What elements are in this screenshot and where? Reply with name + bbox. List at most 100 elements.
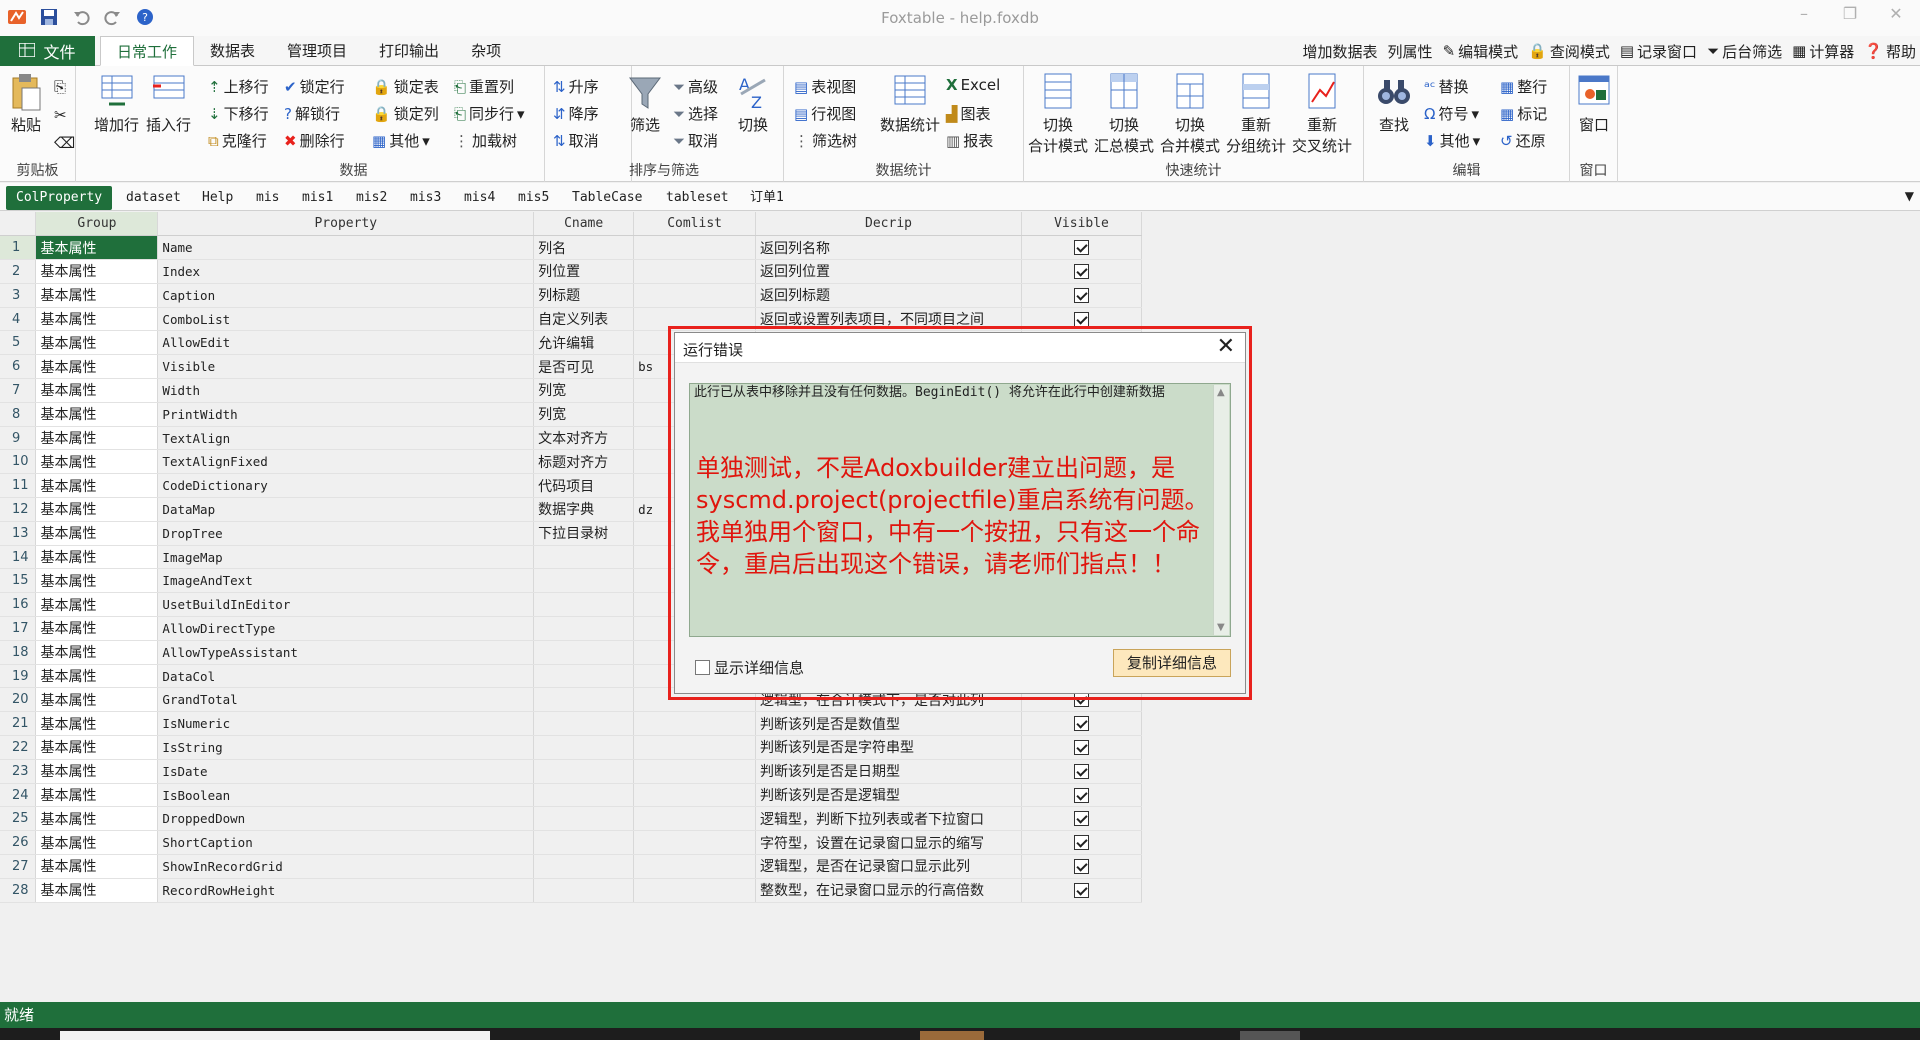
row-number-cell[interactable]: 23 bbox=[0, 759, 37, 784]
group-cell[interactable]: 基本属性 bbox=[35, 806, 159, 832]
cancel-filter-button[interactable]: ⏷ 取消 bbox=[673, 130, 718, 151]
group-cell[interactable]: 基本属性 bbox=[35, 283, 159, 308]
group-cell[interactable]: 基本属性 bbox=[35, 687, 159, 713]
property-cell[interactable]: TextAlign bbox=[157, 426, 535, 451]
group-cell[interactable]: 基本属性 bbox=[35, 473, 159, 499]
cname-cell[interactable] bbox=[533, 806, 635, 832]
add-row-button[interactable]: 增加行 bbox=[94, 72, 139, 135]
column-header[interactable]: Property bbox=[157, 212, 535, 237]
visible-checkbox[interactable] bbox=[1074, 763, 1089, 779]
group-cell[interactable]: 基本属性 bbox=[35, 568, 159, 594]
group-cell[interactable]: 基本属性 bbox=[35, 759, 159, 784]
row-number-cell[interactable]: 9 bbox=[0, 426, 37, 451]
visible-cell[interactable] bbox=[1021, 806, 1142, 832]
description-cell[interactable]: 逻辑型，是否在记录窗口显示此列 bbox=[755, 854, 1022, 879]
format-painter-icon[interactable]: ⌫ bbox=[54, 134, 75, 152]
property-cell[interactable]: DataMap bbox=[157, 497, 535, 522]
symbol-button[interactable]: Ω 符号 ▾ bbox=[1424, 103, 1479, 124]
table-row[interactable]: 23 基本属性 IsDate 判断该列是否是日期型 bbox=[0, 759, 1142, 784]
visible-cell[interactable] bbox=[1021, 783, 1142, 808]
group-cell[interactable]: 基本属性 bbox=[35, 711, 159, 737]
row-number-cell[interactable]: 19 bbox=[0, 664, 37, 689]
background-filter-button[interactable]: ⏷ 后台筛选 bbox=[1707, 41, 1782, 62]
group-cell[interactable]: 基本属性 bbox=[35, 783, 159, 808]
group-cell[interactable]: 基本属性 bbox=[35, 259, 159, 284]
tab-misc[interactable]: 杂项 bbox=[455, 36, 517, 66]
table-row[interactable]: 24 基本属性 IsBoolean 判断该列是否是逻辑型 bbox=[0, 783, 1142, 808]
comlist-cell[interactable] bbox=[633, 878, 757, 903]
visible-checkbox[interactable] bbox=[1074, 858, 1089, 874]
group-cell[interactable]: 基本属性 bbox=[35, 449, 159, 475]
switch-summary-mode-button[interactable]: 切换 汇总模式 bbox=[1094, 72, 1154, 156]
cname-cell[interactable]: 是否可见 bbox=[533, 354, 635, 380]
scroll-up-icon[interactable]: ▲ bbox=[1217, 387, 1225, 398]
visible-checkbox[interactable] bbox=[1074, 263, 1089, 279]
group-cell[interactable]: 基本属性 bbox=[35, 664, 159, 689]
property-cell[interactable]: ShowInRecordGrid bbox=[157, 854, 535, 879]
help-button[interactable]: ❓ 帮助 bbox=[1864, 41, 1916, 62]
property-cell[interactable]: Caption bbox=[157, 283, 535, 308]
row-number-cell[interactable]: 6 bbox=[0, 354, 37, 380]
find-button[interactable]: 查找 bbox=[1376, 72, 1412, 135]
move-up-row-button[interactable]: ⇡ 上移行 bbox=[208, 76, 269, 97]
group-cell[interactable]: 基本属性 bbox=[35, 545, 159, 570]
group-cell[interactable]: 基本属性 bbox=[35, 378, 159, 403]
tab-list-dropdown-icon[interactable]: ▼ bbox=[1905, 189, 1914, 203]
visible-checkbox[interactable] bbox=[1074, 739, 1089, 755]
window-button[interactable]: 窗口 bbox=[1576, 72, 1612, 135]
visible-cell[interactable] bbox=[1021, 283, 1142, 308]
row-number-cell[interactable]: 13 bbox=[0, 521, 37, 546]
row-number-cell[interactable]: 14 bbox=[0, 545, 37, 570]
report-button[interactable]: ▥ 报表 bbox=[946, 130, 993, 151]
comlist-cell[interactable] bbox=[633, 806, 757, 832]
table-tab-mis2[interactable]: mis2 bbox=[356, 187, 387, 209]
column-header[interactable]: Decrip bbox=[755, 212, 1022, 237]
insert-row-button[interactable]: 插入行 bbox=[146, 72, 191, 135]
row-number-cell[interactable]: 8 bbox=[0, 402, 37, 427]
row-number-cell[interactable]: 25 bbox=[0, 806, 37, 832]
whole-row-button[interactable]: ▦ 整行 bbox=[1500, 76, 1547, 97]
paste-button[interactable]: 粘贴 bbox=[8, 72, 44, 135]
restore-icon[interactable]: ❐ bbox=[1836, 4, 1864, 23]
description-cell[interactable]: 逻辑型，判断下拉列表或者下拉窗口 bbox=[755, 806, 1022, 832]
description-cell[interactable]: 字符型，设置在记录窗口显示的缩写 bbox=[755, 830, 1022, 856]
recross-stats-button[interactable]: 重新 交叉统计 bbox=[1292, 72, 1352, 156]
group-cell[interactable]: 基本属性 bbox=[35, 854, 159, 879]
cname-cell[interactable]: 列位置 bbox=[533, 259, 635, 284]
minimize-icon[interactable]: – bbox=[1790, 4, 1818, 23]
move-down-row-button[interactable]: ⇣ 下移行 bbox=[208, 103, 269, 124]
cname-cell[interactable] bbox=[533, 783, 635, 808]
select-filter-button[interactable]: ⏷ 选择 bbox=[673, 103, 718, 124]
column-header[interactable]: Comlist bbox=[633, 212, 757, 237]
description-cell[interactable]: 判断该列是否是逻辑型 bbox=[755, 783, 1022, 808]
row-number-cell[interactable]: 26 bbox=[0, 830, 37, 856]
group-cell[interactable]: 基本属性 bbox=[35, 878, 159, 903]
cname-cell[interactable] bbox=[533, 830, 635, 856]
regroup-stats-button[interactable]: 重新 分组统计 bbox=[1226, 72, 1286, 156]
row-number-cell[interactable]: 4 bbox=[0, 307, 37, 332]
row-number-cell[interactable]: 17 bbox=[0, 616, 37, 641]
group-cell[interactable]: 基本属性 bbox=[35, 426, 159, 451]
switch-merge-mode-button[interactable]: 切换 合并模式 bbox=[1160, 72, 1220, 156]
view-mode-button[interactable]: 🔒 查阅模式 bbox=[1528, 41, 1610, 62]
copy-details-button[interactable]: 复制详细信息 bbox=[1113, 649, 1231, 677]
taskbar-app-icon[interactable] bbox=[1240, 1031, 1300, 1040]
property-cell[interactable]: AllowTypeAssistant bbox=[157, 640, 535, 665]
checkbox-box[interactable] bbox=[695, 660, 710, 675]
record-window-button[interactable]: ▤ 记录窗口 bbox=[1620, 41, 1697, 62]
column-header[interactable]: Visible bbox=[1021, 212, 1142, 237]
table-row[interactable]: 28 基本属性 RecordRowHeight 整数型，在记录窗口显示的行高倍数 bbox=[0, 878, 1142, 903]
cname-cell[interactable] bbox=[533, 640, 635, 665]
row-number-cell[interactable]: 12 bbox=[0, 497, 37, 522]
property-cell[interactable]: TextAlignFixed bbox=[157, 449, 535, 475]
row-number-cell[interactable]: 11 bbox=[0, 473, 37, 499]
comlist-cell[interactable] bbox=[633, 259, 757, 284]
row-number-cell[interactable]: 7 bbox=[0, 378, 37, 403]
message-scrollbar[interactable]: ▲ ▼ bbox=[1213, 385, 1229, 635]
column-header[interactable]: Cname bbox=[533, 212, 635, 237]
cname-cell[interactable] bbox=[533, 759, 635, 784]
table-tab-mis1[interactable]: mis1 bbox=[302, 187, 333, 209]
row-number-cell[interactable]: 18 bbox=[0, 640, 37, 665]
table-row[interactable]: 25 基本属性 DroppedDown 逻辑型，判断下拉列表或者下拉窗口 bbox=[0, 806, 1142, 832]
group-cell[interactable]: 基本属性 bbox=[35, 402, 159, 427]
